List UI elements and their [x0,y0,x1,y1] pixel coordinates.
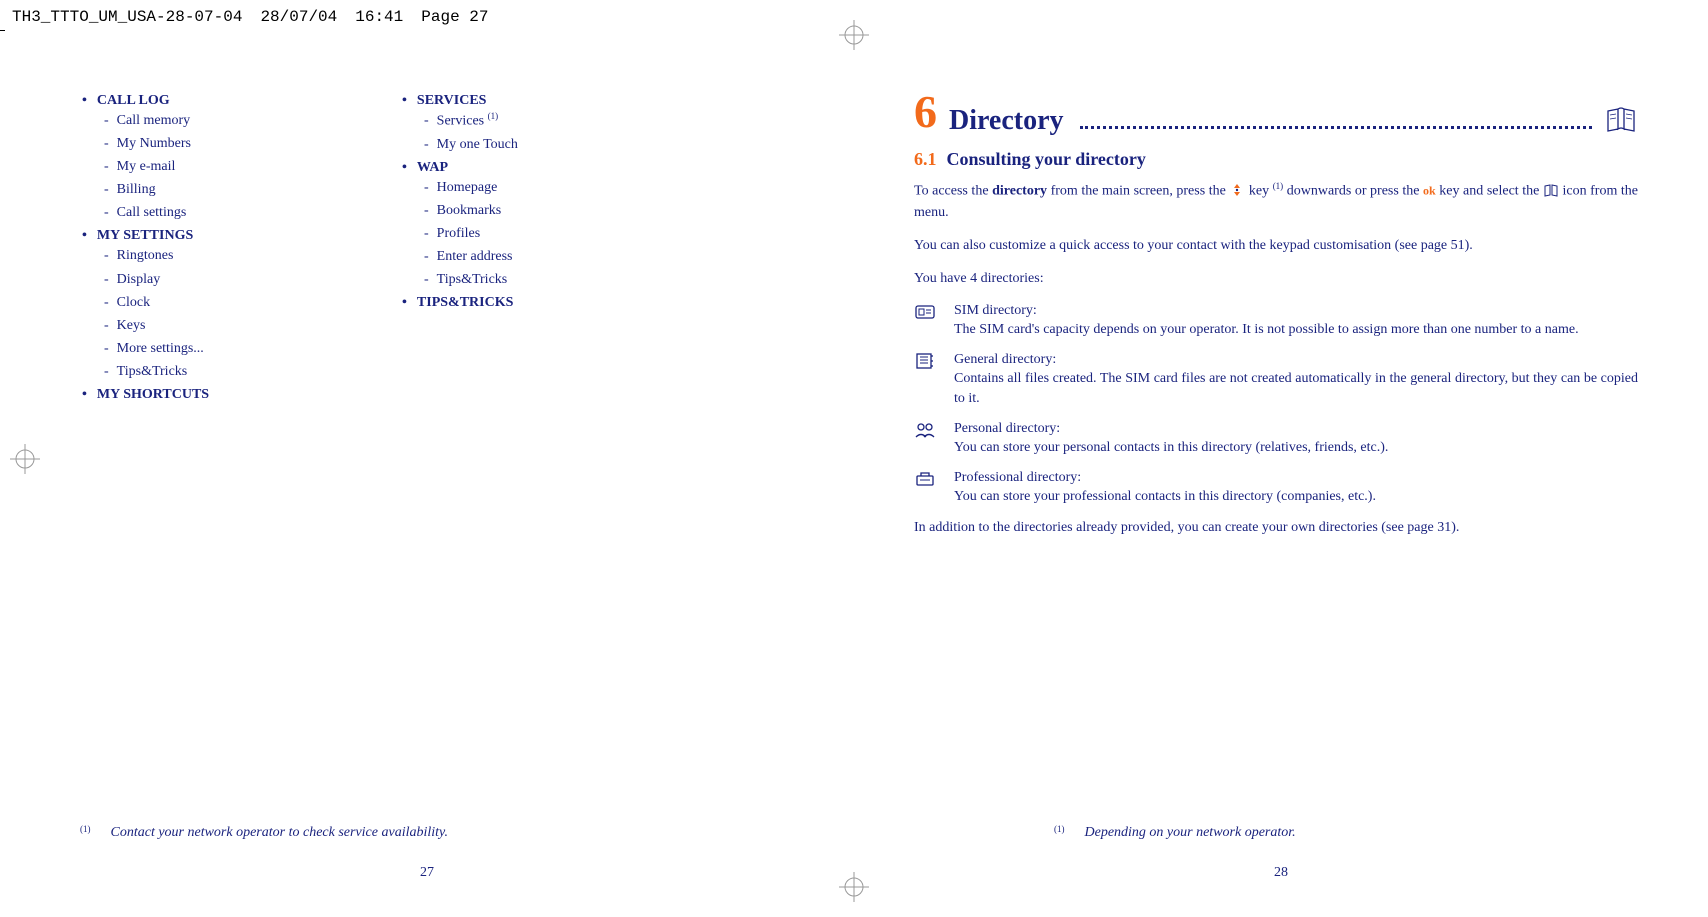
menu-item: -Clock [70,291,350,314]
footnote-text: Contact your network operator to check s… [111,825,448,841]
directory-item: Professional directory:You can store you… [914,468,1638,507]
menu-item: -Tips&Tricks [390,268,670,291]
menu-item: -My one Touch [390,133,670,156]
directory-item: General directory:Contains all files cre… [914,350,1638,409]
footnote-right: (1) Depending on your network operator. [1054,825,1296,841]
footnote-text: Depending on your network operator. [1085,825,1296,841]
directory-menu-icon [1543,183,1559,197]
menu-column-2: •SERVICES-Services (1)-My one Touch•WAP-… [390,89,670,403]
section-title: Consulting your directory [947,149,1146,170]
menu-item: -Bookmarks [390,199,670,222]
menu-item: -My Numbers [70,132,350,155]
menu-item: -Billing [70,178,350,201]
menu-item: -Display [70,268,350,291]
chapter-leader-dots [1080,126,1592,129]
paragraph-1: To access the directory from the main sc… [914,180,1638,223]
menu-item: -Tips&Tricks [70,360,350,383]
menu-heading: •MY SETTINGS [70,228,350,244]
book-icon [1604,105,1638,135]
footnote-ref: (1) [1054,824,1065,834]
paragraph-4: In addition to the directories already p… [914,517,1638,538]
nav-key-icon [1229,183,1245,197]
chapter-header: 6 Directory [914,89,1638,135]
menu-column-1: •CALL LOG-Call memory-My Numbers-My e-ma… [70,89,350,403]
paragraph-3: You have 4 directories: [914,268,1638,289]
menu-heading: •WAP [390,160,670,176]
footnote-left: (1) Contact your network operator to che… [80,825,448,841]
directory-item: Personal directory:You can store your pe… [914,419,1638,458]
page-number: 28 [1274,865,1288,881]
directory-list: SIM directory:The SIM card's capacity de… [914,301,1638,517]
menu-heading: •TIPS&TRICKS [390,295,670,311]
chapter-title: Directory [949,107,1064,135]
menu-item: -Call settings [70,201,350,224]
directory-type-icon [914,468,936,507]
ok-key-icon: ok [1423,184,1436,198]
header-page: Page 27 [421,8,488,26]
section-number: 6.1 [914,149,937,170]
menu-item: -Enter address [390,245,670,268]
menu-item: -Ringtones [70,244,350,267]
directory-item: SIM directory:The SIM card's capacity de… [914,301,1638,340]
header-date: 28/07/04 [260,8,337,26]
section-header: 6.1 Consulting your directory [914,149,1638,170]
directory-type-icon [914,419,936,458]
menu-heading: •CALL LOG [70,93,350,109]
footnote-ref: (1) [80,824,91,834]
paragraph-2: You can also customize a quick access to… [914,235,1638,256]
menu-item: -Profiles [390,222,670,245]
page-27: •CALL LOG-Call memory-My Numbers-My e-ma… [0,34,854,911]
menu-item: -Call memory [70,109,350,132]
menu-item: -My e-mail [70,155,350,178]
menu-heading: •MY SHORTCUTS [70,387,350,403]
page-28: 6 Directory 6.1 Consulting your director… [854,34,1708,911]
menu-item: -More settings... [70,337,350,360]
page-number: 27 [420,865,434,881]
header-filename: TH3_TTTO_UM_USA-28-07-04 [12,8,242,26]
chapter-number: 6 [914,89,937,135]
page-spread: •CALL LOG-Call memory-My Numbers-My e-ma… [0,34,1708,911]
menu-item: -Services (1) [390,109,670,133]
menu-heading: •SERVICES [390,93,670,109]
header-time: 16:41 [355,8,403,26]
menu-item: -Keys [70,314,350,337]
trim-line [0,30,5,31]
directory-type-icon [914,350,936,409]
directory-type-icon [914,301,936,340]
menu-item: -Homepage [390,176,670,199]
